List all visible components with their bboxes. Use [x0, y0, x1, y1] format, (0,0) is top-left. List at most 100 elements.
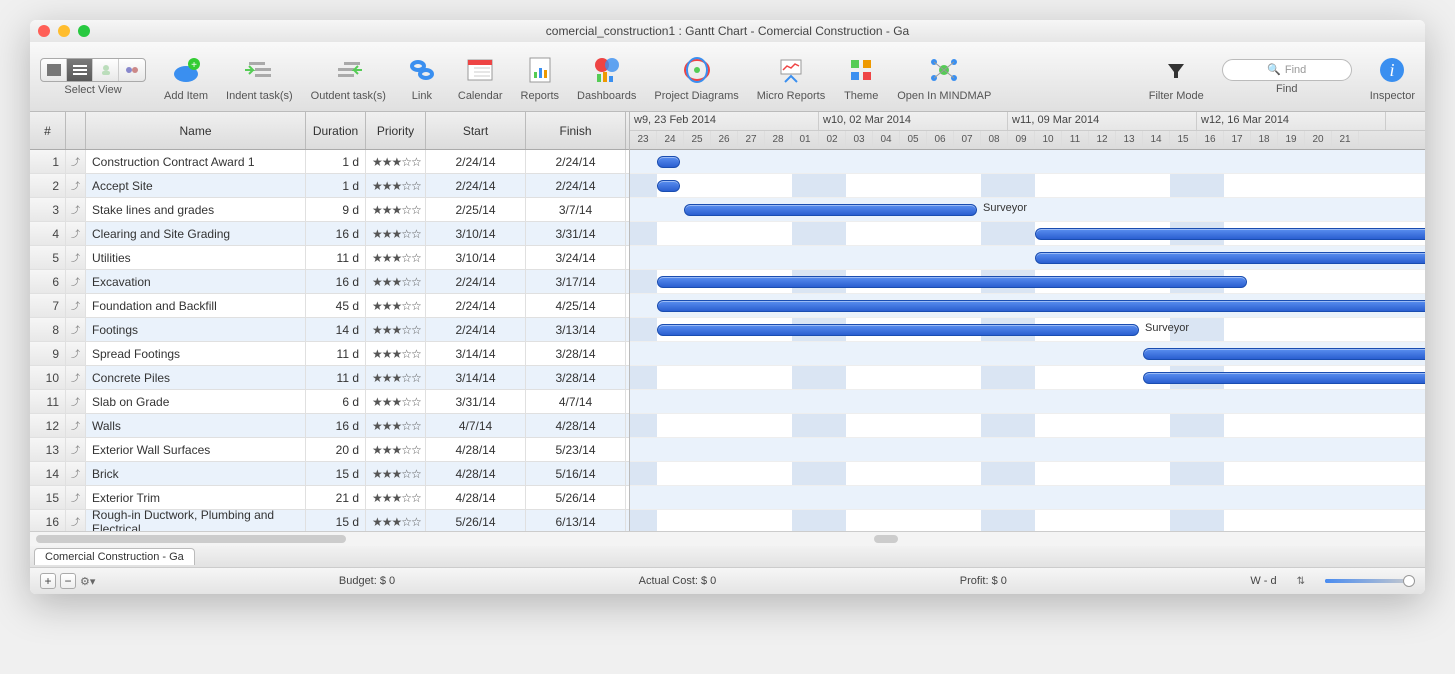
expand-toggle[interactable]: ⤴ [66, 246, 86, 269]
start-cell[interactable]: 4/28/14 [426, 438, 526, 461]
finish-cell[interactable]: 5/26/14 [526, 486, 626, 509]
finish-cell[interactable]: 2/24/14 [526, 174, 626, 197]
calendar-button[interactable]: Calendar [458, 52, 503, 102]
task-name-cell[interactable]: Rough-in Ductwork, Plumbing and Electric… [86, 510, 306, 531]
task-name-cell[interactable]: Brick [86, 462, 306, 485]
task-row[interactable]: 3⤴Stake lines and grades9 d★★★☆☆2/25/143… [30, 198, 629, 222]
task-row[interactable]: 2⤴Accept Site1 d★★★☆☆2/24/142/24/14 [30, 174, 629, 198]
duration-cell[interactable]: 16 d [306, 222, 366, 245]
gear-menu[interactable]: ⚙︎▾ [80, 575, 95, 588]
micro-reports-button[interactable]: Micro Reports [757, 52, 825, 102]
gantt-bar[interactable] [1143, 372, 1425, 384]
priority-cell[interactable]: ★★★☆☆ [366, 150, 426, 173]
inspector-button[interactable]: i Inspector [1370, 52, 1415, 102]
duration-cell[interactable]: 1 d [306, 174, 366, 197]
task-name-cell[interactable]: Exterior Wall Surfaces [86, 438, 306, 461]
expand-toggle[interactable]: ⤴ [66, 174, 86, 197]
start-cell[interactable]: 4/28/14 [426, 486, 526, 509]
finish-cell[interactable]: 3/28/14 [526, 342, 626, 365]
priority-cell[interactable]: ★★★☆☆ [366, 222, 426, 245]
indent-button[interactable]: Indent task(s) [226, 52, 293, 102]
add-item-button[interactable]: + Add Item [164, 52, 208, 102]
finish-cell[interactable]: 5/23/14 [526, 438, 626, 461]
view-list-button[interactable] [67, 59, 93, 81]
link-button[interactable]: Link [404, 52, 440, 102]
expand-toggle[interactable]: ⤴ [66, 414, 86, 437]
start-cell[interactable]: 5/26/14 [426, 510, 526, 531]
finish-cell[interactable]: 5/16/14 [526, 462, 626, 485]
start-cell[interactable]: 2/24/14 [426, 150, 526, 173]
priority-cell[interactable]: ★★★☆☆ [366, 342, 426, 365]
duration-cell[interactable]: 9 d [306, 198, 366, 221]
duration-cell[interactable]: 15 d [306, 510, 366, 531]
gantt-bar[interactable] [657, 300, 1425, 312]
start-cell[interactable]: 2/24/14 [426, 174, 526, 197]
expand-toggle[interactable]: ⤴ [66, 486, 86, 509]
document-tab[interactable]: Comercial Construction - Ga [34, 548, 195, 565]
gantt-bar[interactable] [657, 156, 680, 168]
duration-cell[interactable]: 16 d [306, 270, 366, 293]
gantt-bar[interactable] [657, 180, 680, 192]
start-cell[interactable]: 3/10/14 [426, 246, 526, 269]
priority-cell[interactable]: ★★★☆☆ [366, 174, 426, 197]
zoom-stepper-icon[interactable]: ⇅ [1297, 576, 1305, 587]
duration-cell[interactable]: 21 d [306, 486, 366, 509]
finish-cell[interactable]: 3/24/14 [526, 246, 626, 269]
zoom-slider-thumb[interactable] [1403, 575, 1415, 587]
finish-cell[interactable]: 6/13/14 [526, 510, 626, 531]
view-gantt-button[interactable] [41, 59, 67, 81]
task-row[interactable]: 12⤴Walls16 d★★★☆☆4/7/144/28/14 [30, 414, 629, 438]
start-cell[interactable]: 4/28/14 [426, 462, 526, 485]
view-mindmap-button[interactable] [119, 59, 145, 81]
gantt-body[interactable]: SurveyorSurveyor [630, 150, 1425, 531]
theme-button[interactable]: Theme [843, 52, 879, 102]
expand-toggle[interactable]: ⤴ [66, 462, 86, 485]
priority-cell[interactable]: ★★★☆☆ [366, 198, 426, 221]
open-mindmap-button[interactable]: Open In MINDMAP [897, 52, 991, 102]
priority-cell[interactable]: ★★★☆☆ [366, 414, 426, 437]
task-name-cell[interactable]: Clearing and Site Grading [86, 222, 306, 245]
start-cell[interactable]: 2/24/14 [426, 294, 526, 317]
task-name-cell[interactable]: Excavation [86, 270, 306, 293]
finish-cell[interactable]: 3/7/14 [526, 198, 626, 221]
duration-cell[interactable]: 11 d [306, 246, 366, 269]
task-row[interactable]: 9⤴Spread Footings11 d★★★☆☆3/14/143/28/14 [30, 342, 629, 366]
finish-cell[interactable]: 3/13/14 [526, 318, 626, 341]
task-name-cell[interactable]: Foundation and Backfill [86, 294, 306, 317]
gantt-bar[interactable] [657, 324, 1139, 336]
remove-button[interactable]: − [60, 573, 76, 589]
priority-cell[interactable]: ★★★☆☆ [366, 270, 426, 293]
add-button[interactable]: + [40, 573, 56, 589]
finish-cell[interactable]: 4/28/14 [526, 414, 626, 437]
gantt-bar[interactable] [684, 204, 977, 216]
col-header-duration[interactable]: Duration [306, 112, 366, 149]
priority-cell[interactable]: ★★★☆☆ [366, 390, 426, 413]
expand-toggle[interactable]: ⤴ [66, 270, 86, 293]
task-name-cell[interactable]: Construction Contract Award 1 [86, 150, 306, 173]
priority-cell[interactable]: ★★★☆☆ [366, 246, 426, 269]
duration-cell[interactable]: 11 d [306, 366, 366, 389]
expand-toggle[interactable]: ⤴ [66, 438, 86, 461]
start-cell[interactable]: 2/24/14 [426, 270, 526, 293]
task-row[interactable]: 6⤴Excavation16 d★★★☆☆2/24/143/17/14 [30, 270, 629, 294]
gantt-bar[interactable] [1035, 252, 1425, 264]
task-row[interactable]: 4⤴Clearing and Site Grading16 d★★★☆☆3/10… [30, 222, 629, 246]
task-name-cell[interactable]: Walls [86, 414, 306, 437]
outdent-button[interactable]: Outdent task(s) [311, 52, 386, 102]
col-header-priority[interactable]: Priority [366, 112, 426, 149]
filter-mode-button[interactable]: Filter Mode [1149, 52, 1204, 102]
right-scrollbar[interactable] [874, 535, 898, 543]
task-name-cell[interactable]: Accept Site [86, 174, 306, 197]
expand-toggle[interactable]: ⤴ [66, 390, 86, 413]
finish-cell[interactable]: 3/31/14 [526, 222, 626, 245]
task-name-cell[interactable]: Exterior Trim [86, 486, 306, 509]
duration-cell[interactable]: 15 d [306, 462, 366, 485]
left-scrollbar[interactable] [36, 535, 346, 543]
expand-toggle[interactable]: ⤴ [66, 150, 86, 173]
priority-cell[interactable]: ★★★☆☆ [366, 294, 426, 317]
task-name-cell[interactable]: Slab on Grade [86, 390, 306, 413]
start-cell[interactable]: 2/24/14 [426, 318, 526, 341]
expand-toggle[interactable]: ⤴ [66, 294, 86, 317]
col-header-num[interactable]: # [30, 112, 66, 149]
finish-cell[interactable]: 4/25/14 [526, 294, 626, 317]
